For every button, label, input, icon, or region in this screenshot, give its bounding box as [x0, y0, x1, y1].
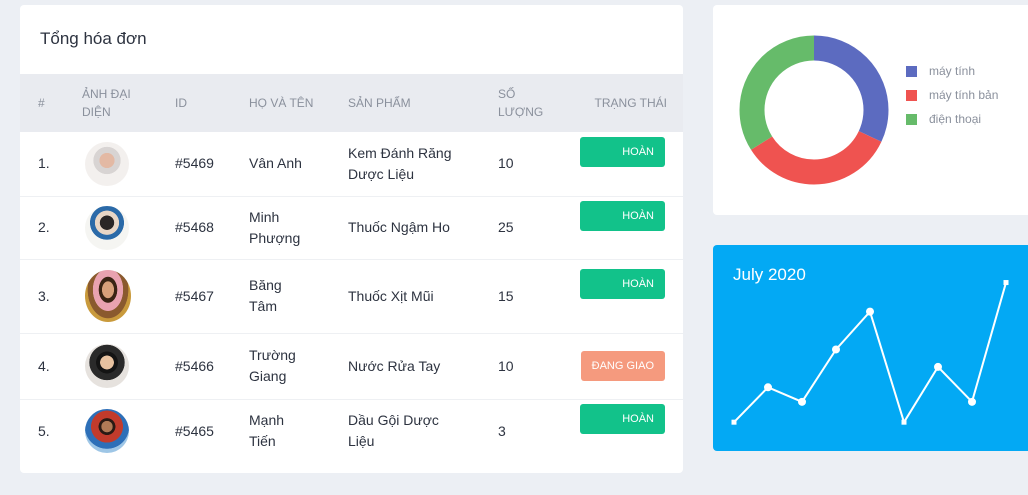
header-num: #: [38, 96, 45, 110]
legend-label: điện thoại: [929, 112, 982, 126]
line-chart: [731, 280, 1009, 425]
row-qty: 15: [498, 287, 514, 304]
avatar: [85, 409, 129, 454]
status-badge[interactable]: HOÀN THÀNH: [580, 200, 665, 252]
chart-legend: máy tính máy tính bản điện thoại: [906, 59, 998, 131]
table-row[interactable]: 4. #5466 Trường Giang Nước Rửa Tay 10 ĐAN…: [20, 333, 683, 399]
line-point[interactable]: [901, 419, 907, 425]
legend-item[interactable]: máy tính: [906, 59, 998, 83]
donut-chart: [739, 35, 889, 185]
line-point[interactable]: [832, 345, 840, 354]
row-name: Trường Giang: [249, 347, 296, 384]
line-point[interactable]: [764, 383, 772, 392]
line-chart-card: July 2020: [713, 245, 1028, 451]
line-point[interactable]: [968, 397, 976, 406]
row-num: 1.: [38, 155, 50, 172]
table-row[interactable]: 3. #5467 Băng Tâm Thuốc Xịt Mũi 15 HOÀN T…: [20, 259, 683, 333]
row-id: #5467: [175, 287, 214, 304]
line-point[interactable]: [798, 397, 806, 406]
row-product: Thuốc Xịt Mũi: [348, 287, 434, 304]
line-point[interactable]: [934, 362, 942, 371]
row-name: Vân Anh: [249, 155, 302, 172]
legend-item[interactable]: điện thoại: [906, 107, 998, 131]
avatar: [85, 205, 129, 250]
header-avatar: ẢNH ĐẠI DIỆN: [82, 87, 131, 119]
orders-table: # ẢNH ĐẠI DIỆN ID HỌ VÀ TÊN SẢN PHẨM SỐ LƯ…: [20, 74, 683, 463]
legend-swatch: [906, 113, 917, 125]
line-point[interactable]: [1003, 280, 1009, 286]
avatar: [85, 344, 129, 388]
header-status: TRẠNG THÁI: [594, 96, 667, 110]
row-name: Minh Phượng: [249, 208, 301, 246]
row-product: Dầu Gội Dược Liệu: [348, 412, 439, 450]
table-row[interactable]: 2. #5468 Minh Phượng Thuốc Ngậm Ho 25 HOÀ…: [20, 196, 683, 259]
row-num: 3.: [38, 287, 50, 304]
row-product: Thuốc Ngậm Ho: [348, 219, 450, 235]
status-badge[interactable]: ĐANG GIAO: [580, 351, 665, 381]
legend-item[interactable]: máy tính bản: [906, 83, 998, 107]
row-product: Nước Rửa Tay: [348, 357, 441, 374]
line-point[interactable]: [731, 419, 737, 425]
row-qty: 3: [498, 422, 506, 439]
table-row[interactable]: 5. #5465 Mạnh Tiến Dầu Gội Dược Liệu 3 HOÀ…: [20, 399, 683, 463]
row-id: #5465: [175, 422, 214, 439]
avatar: [85, 270, 131, 322]
row-id: #5466: [175, 357, 214, 374]
row-qty: 25: [498, 219, 514, 235]
row-num: 4.: [38, 357, 50, 374]
header-name: HỌ VÀ TÊN: [249, 96, 314, 110]
row-qty: 10: [498, 357, 514, 374]
table-header-row: # ẢNH ĐẠI DIỆN ID HỌ VÀ TÊN SẢN PHẨM SỐ LƯ…: [20, 74, 683, 132]
row-num: 2.: [38, 219, 50, 235]
row-id: #5469: [175, 155, 214, 172]
row-name: Mạnh Tiến: [249, 412, 285, 450]
table-row[interactable]: 1. #5469 Vân Anh Kem Đánh Răng Dược Liệu …: [20, 132, 683, 196]
line-point[interactable]: [866, 307, 874, 316]
legend-label: máy tính: [929, 64, 976, 78]
row-num: 5.: [38, 422, 50, 439]
orders-title: Tổng hóa đơn: [40, 29, 147, 48]
status-badge[interactable]: HOÀN THÀNH: [580, 136, 665, 188]
status-badge[interactable]: HOÀN THÀNH: [580, 404, 665, 455]
orders-card: Tổng hóa đơn # ẢNH ĐẠI DIỆN ID HỌ VÀ TÊN …: [20, 5, 683, 473]
status-badge[interactable]: HOÀN THÀNH: [580, 269, 665, 320]
row-name: Băng Tâm: [249, 277, 282, 314]
row-id: #5468: [175, 219, 214, 235]
row-qty: 10: [498, 155, 514, 172]
pie-chart-card: máy tính máy tính bản điện thoại: [713, 5, 1028, 215]
legend-swatch: [906, 89, 917, 101]
header-product: SẢN PHẨM: [348, 96, 411, 110]
legend-label: máy tính bản: [929, 88, 999, 102]
avatar: [85, 141, 129, 186]
header-id: ID: [175, 96, 187, 110]
header-qty: SỐ LƯỢNG: [498, 87, 544, 119]
line-series: [733, 282, 1007, 425]
legend-swatch: [906, 65, 917, 77]
row-product: Kem Đánh Răng Dược Liệu: [348, 144, 452, 182]
